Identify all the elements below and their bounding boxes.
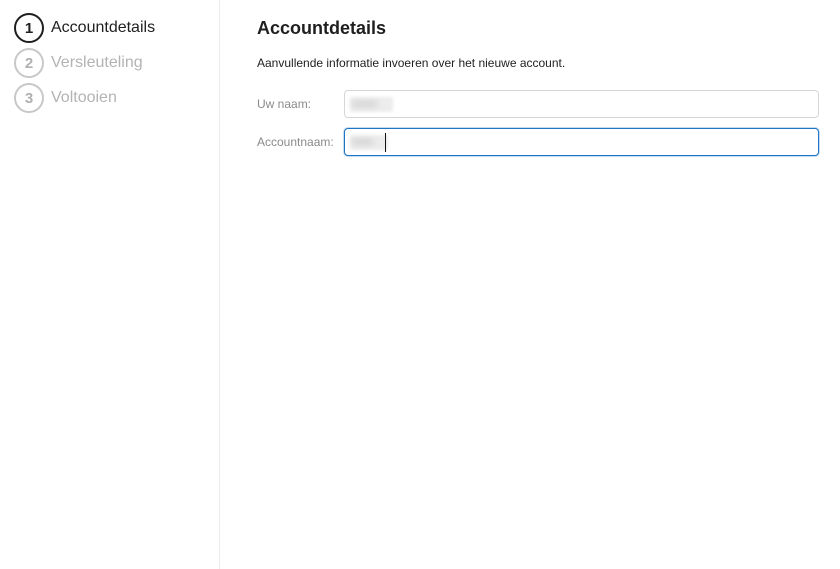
account-name-value-redacted: ••••• bbox=[350, 135, 388, 150]
account-name-label: Accountnaam: bbox=[257, 135, 334, 149]
step-number-badge: 2 bbox=[14, 48, 44, 78]
wizard-steps-sidebar: 1 Accountdetails 2 Versleuteling 3 Volto… bbox=[0, 0, 220, 569]
text-caret bbox=[385, 133, 386, 152]
page-description: Aanvullende informatie invoeren over het… bbox=[257, 56, 566, 70]
new-account-wizard: 1 Accountdetails 2 Versleuteling 3 Volto… bbox=[0, 0, 840, 569]
page-title: Accountdetails bbox=[257, 18, 387, 38]
your-name-input[interactable]: •••••• bbox=[344, 90, 819, 118]
step-label: Versleuteling bbox=[51, 54, 143, 71]
your-name-value-redacted: •••••• bbox=[350, 97, 393, 112]
step-versleuteling[interactable]: 2 Versleuteling bbox=[14, 48, 143, 78]
your-name-label: Uw naam: bbox=[257, 97, 312, 111]
step-number-badge: 1 bbox=[14, 13, 44, 43]
step-voltooien[interactable]: 3 Voltooien bbox=[14, 83, 117, 113]
step-number-badge: 3 bbox=[14, 83, 44, 113]
step-label: Voltooien bbox=[51, 89, 117, 106]
step-accountdetails[interactable]: 1 Accountdetails bbox=[14, 13, 155, 43]
account-details-panel: Accountdetails Aanvullende informatie in… bbox=[257, 0, 840, 569]
step-label: Accountdetails bbox=[51, 19, 156, 36]
account-name-input[interactable]: ••••• bbox=[344, 128, 819, 156]
